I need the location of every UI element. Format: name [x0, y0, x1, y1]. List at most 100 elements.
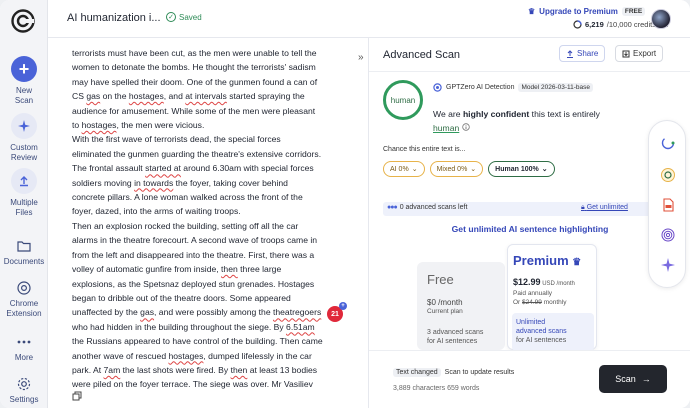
document-line[interactable]: from the left and disappeared into the t…: [72, 248, 358, 262]
suggestion-highlight[interactable]: in towards: [134, 178, 173, 188]
suggestion-highlight[interactable]: at intervals: [185, 91, 227, 101]
pill-human[interactable]: Human 100% ⌄: [488, 161, 555, 177]
sparkle-icon[interactable]: [660, 257, 676, 273]
pill-ai[interactable]: AI 0% ⌄: [383, 161, 425, 177]
gptzero-logo-icon[interactable]: [10, 8, 36, 34]
document-line[interactable]: explosions, as the Spetsnaz deployed stu…: [72, 277, 358, 291]
document-editor[interactable]: terrorists must have been cut, as the me…: [48, 38, 358, 408]
pill-mixed-label: Mixed 0%: [436, 165, 468, 173]
document-line[interactable]: audience for amusement. While some of th…: [72, 104, 358, 118]
premium-alt-prefix: Or: [513, 299, 523, 306]
free-plan-card: Free $0 /month Current plan 3 advanced s…: [417, 262, 505, 350]
suggestion-highlight[interactable]: gas: [86, 91, 100, 101]
ai-detector-icon[interactable]: [660, 135, 676, 151]
folder-icon: [17, 241, 31, 252]
document-line[interactable]: The frontal assault started at around 6.…: [72, 161, 358, 175]
suggestion-highlight[interactable]: hostages: [169, 351, 204, 361]
document-line[interactable]: park. At 7am the last shots were fired. …: [72, 363, 358, 377]
text-counts: 3,889 characters 659 words: [393, 385, 480, 392]
document-line[interactable]: alarms in the theatre forecourt. A secon…: [72, 233, 358, 247]
document-line[interactable]: eliminated the gunmen guarding the theat…: [72, 147, 358, 161]
dots-icon: ●●●: [387, 204, 398, 211]
plus-icon: +: [11, 56, 37, 82]
document-line[interactable]: another wave of rescued hostages, dumped…: [72, 349, 358, 363]
pdf-report-icon[interactable]: [660, 197, 676, 213]
plan-badge: FREE: [621, 7, 646, 16]
export-button[interactable]: Export: [615, 45, 664, 62]
document-line[interactable]: CS gas on the hostages, and at intervals…: [72, 89, 358, 103]
detector-info: GPTZero AI Detection Model 2026-03-11-ba…: [433, 83, 594, 92]
share-button[interactable]: Share: [559, 45, 606, 62]
credits-used: 6,219: [585, 20, 604, 29]
document-line[interactable]: who had hidden in the building throughou…: [72, 320, 358, 334]
document-text[interactable]: terrorists must have been cut, as the me…: [72, 46, 358, 392]
detector-name: GPTZero AI Detection: [446, 84, 515, 91]
chevron-down-icon: ⌄: [470, 166, 477, 173]
document-line[interactable]: began to dribble out of the theatre door…: [72, 291, 358, 305]
humanizer-icon[interactable]: [660, 167, 676, 183]
document-line[interactable]: the Russians appeared to have control of…: [72, 334, 358, 348]
document-line[interactable]: foyer, dazed, into the arms of waiting t…: [72, 204, 358, 218]
more-link[interactable]: More: [0, 334, 48, 363]
pill-ai-label: AI 0%: [390, 165, 409, 173]
fingerprint-icon[interactable]: [660, 227, 676, 243]
document-line[interactable]: With the first wave of terrorists dead, …: [72, 132, 358, 146]
get-unlimited-link[interactable]: 🔒︎ Get unlimited: [581, 204, 628, 212]
document-title[interactable]: AI humanization i...: [67, 12, 161, 24]
copy-icon[interactable]: [72, 391, 82, 401]
side-toolbar: [648, 120, 686, 288]
suggestion-highlight[interactable]: theatregoers: [273, 307, 321, 317]
document-line[interactable]: women to detonate the bombs. He thought …: [72, 60, 358, 74]
upgrade-link[interactable]: ♛ Upgrade to Premium FREE: [528, 7, 646, 16]
document-line[interactable]: Then an explosion rocked the building, s…: [72, 219, 358, 233]
chevron-down-icon: ⌄: [411, 166, 418, 173]
grammar-badge[interactable]: 21 +: [327, 302, 347, 322]
left-rail: + New Scan Custom Review Multiple Files …: [0, 0, 48, 408]
document-line[interactable]: soldiers moving in towards the foyer, ta…: [72, 176, 358, 190]
document-line[interactable]: may have spelled their doom. One of the …: [72, 75, 358, 89]
avatar[interactable]: [651, 9, 671, 29]
suggestion-highlight[interactable]: gas: [140, 307, 154, 317]
document-line[interactable]: volley of automatic gunfire from inside,…: [72, 262, 358, 276]
arrow-right-icon: →: [641, 374, 651, 384]
chance-pills: AI 0% ⌄ Mixed 0% ⌄ Human 100% ⌄: [383, 161, 555, 177]
chance-label: Chance this entire text is...: [383, 146, 466, 153]
scan-button[interactable]: Scan →: [599, 365, 667, 393]
suggestion-highlight[interactable]: hostages: [82, 120, 117, 130]
suggestion-highlight[interactable]: hostages: [129, 91, 164, 101]
export-label: Export: [633, 49, 657, 58]
verdict-text: We are highly confident this text is ent…: [433, 107, 623, 135]
collapse-icon[interactable]: »: [358, 52, 364, 63]
info-icon[interactable]: [461, 123, 470, 131]
premium-alt-price: $24.99: [522, 299, 542, 306]
document-line[interactable]: concrete pillars. A lone woman walked ac…: [72, 190, 358, 204]
document-line[interactable]: terrorists must have been cut, as the me…: [72, 46, 358, 60]
suggestion-highlight[interactable]: 7am: [104, 365, 121, 375]
saved-status: ✓ Saved: [166, 12, 202, 22]
free-plan-price: $0 /month: [427, 298, 463, 307]
document-line[interactable]: unaffected by the gas, and were possibly…: [72, 305, 358, 319]
document-line[interactable]: were piled on the foyer terrace. The sie…: [72, 377, 358, 391]
suggestion-highlight[interactable]: then: [221, 264, 238, 274]
verdict-middle: this text is entirely: [529, 109, 600, 119]
suggestion-highlight[interactable]: 6.51am: [286, 322, 315, 332]
pill-human-label: Human 100%: [495, 165, 539, 173]
documents-link[interactable]: Documents: [0, 238, 48, 267]
free-plan-feature: 3 advanced scans for AI sentences: [427, 329, 484, 345]
chrome-extension-link[interactable]: Chrome Extension: [0, 280, 48, 319]
settings-link[interactable]: Settings: [0, 376, 48, 405]
gptzero-logo-icon: [433, 83, 442, 92]
document-line[interactable]: to hostages, the men were vicious.: [72, 118, 358, 132]
premium-plan-card[interactable]: Premium ♛ $12.99 USD /month Paid annuall…: [507, 244, 597, 351]
verdict-result[interactable]: human: [433, 123, 459, 133]
suggestion-highlight[interactable]: then: [231, 365, 248, 375]
saved-label: Saved: [179, 12, 202, 22]
upsell-title: Get unlimited AI sentence highlighting: [451, 224, 609, 234]
multiple-files-button[interactable]: Multiple Files: [0, 168, 48, 218]
pill-mixed[interactable]: Mixed 0% ⌄: [429, 161, 484, 177]
custom-review-button[interactable]: Custom Review: [0, 113, 48, 163]
suggestion-highlight[interactable]: started at: [145, 163, 181, 173]
new-scan-button[interactable]: + New Scan: [0, 56, 48, 106]
text-changed-row: Text changed Scan to update results: [393, 368, 514, 377]
premium-billed: Paid annually: [513, 290, 553, 297]
